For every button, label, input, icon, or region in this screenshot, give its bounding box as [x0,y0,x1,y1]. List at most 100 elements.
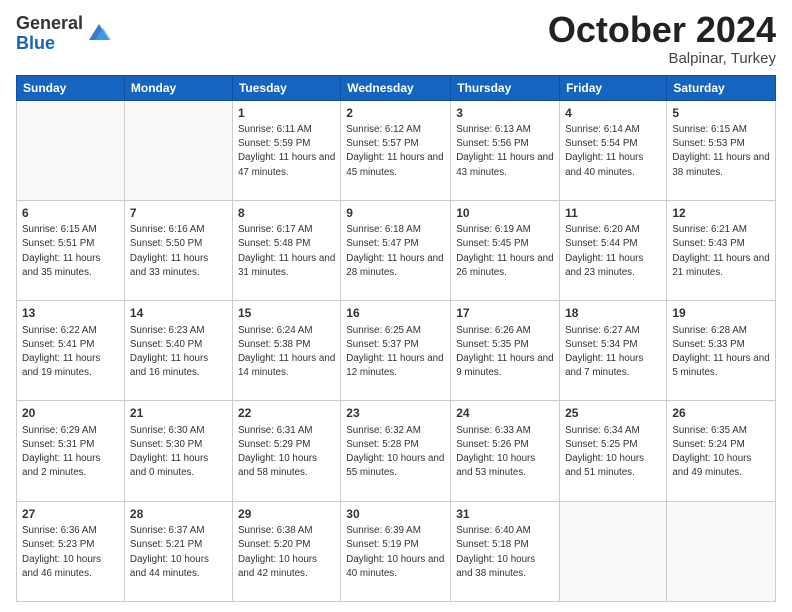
logo-general-text: General [16,14,83,34]
day-info: Sunrise: 6:32 AM Sunset: 5:28 PM Dayligh… [346,424,445,481]
calendar-day-cell: 24 Sunrise: 6:33 AM Sunset: 5:26 PM Dayli… [451,401,560,501]
calendar-day-cell: 7Sunrise: 6:16 AM Sunset: 5:50 PM Daylig… [124,200,232,300]
calendar-day-cell: 15 Sunrise: 6:24 AM Sunset: 5:38 PM Dayli… [232,301,340,401]
day-info: Sunrise: 6:16 AM Sunset: 5:50 PM Dayligh… [130,223,227,280]
day-number: 7 [130,205,227,222]
day-info: Sunrise: 6:36 AM Sunset: 5:23 PM Dayligh… [22,524,119,581]
calendar-table: SundayMondayTuesdayWednesdayThursdayFrid… [16,75,776,602]
day-info: Sunrise: 6:33 AM Sunset: 5:26 PM Dayligh… [456,424,554,481]
day-info: Sunrise: 6:24 AM Sunset: 5:38 PM Dayligh… [238,324,335,381]
day-number: 6 [22,205,119,222]
day-info: Sunrise: 6:40 AM Sunset: 5:18 PM Dayligh… [456,524,554,581]
day-info: Sunrise: 6:11 AM Sunset: 5:59 PM Dayligh… [238,123,335,180]
logo: General Blue [16,14,113,54]
day-number: 18 [565,305,661,322]
day-info: Sunrise: 6:13 AM Sunset: 5:56 PM Dayligh… [456,123,554,180]
calendar-day-cell: 18Sunrise: 6:27 AM Sunset: 5:34 PM Dayli… [560,301,667,401]
day-info: Sunrise: 6:15 AM Sunset: 5:53 PM Dayligh… [672,123,770,180]
day-info: Sunrise: 6:35 AM Sunset: 5:24 PM Dayligh… [672,424,770,481]
day-number: 23 [346,405,445,422]
calendar-week-row: 1Sunrise: 6:11 AM Sunset: 5:59 PM Daylig… [17,100,776,200]
title-month: October 2024 [548,10,776,50]
calendar-week-row: 27Sunrise: 6:36 AM Sunset: 5:23 PM Dayli… [17,501,776,601]
calendar-day-cell: 1Sunrise: 6:11 AM Sunset: 5:59 PM Daylig… [232,100,340,200]
day-number: 17 [456,305,554,322]
header-row: SundayMondayTuesdayWednesdayThursdayFrid… [17,75,776,100]
calendar-day-cell: 28Sunrise: 6:37 AM Sunset: 5:21 PM Dayli… [124,501,232,601]
calendar-day-cell: 29Sunrise: 6:38 AM Sunset: 5:20 PM Dayli… [232,501,340,601]
day-number: 9 [346,205,445,222]
calendar-week-row: 20 Sunrise: 6:29 AM Sunset: 5:31 PM Dayli… [17,401,776,501]
header-day-friday: Friday [560,75,667,100]
calendar-day-cell: 25Sunrise: 6:34 AM Sunset: 5:25 PM Dayli… [560,401,667,501]
calendar-day-cell: 6Sunrise: 6:15 AM Sunset: 5:51 PM Daylig… [17,200,125,300]
calendar-day-cell [667,501,776,601]
header-day-tuesday: Tuesday [232,75,340,100]
day-number: 21 [130,405,227,422]
day-number: 19 [672,305,770,322]
day-number: 16 [346,305,445,322]
day-info: Sunrise: 6:31 AM Sunset: 5:29 PM Dayligh… [238,424,335,481]
calendar-day-cell: 4Sunrise: 6:14 AM Sunset: 5:54 PM Daylig… [560,100,667,200]
calendar-day-cell [124,100,232,200]
day-number: 11 [565,205,661,222]
day-info: Sunrise: 6:14 AM Sunset: 5:54 PM Dayligh… [565,123,661,180]
day-info: Sunrise: 6:15 AM Sunset: 5:51 PM Dayligh… [22,223,119,280]
day-number: 20 [22,405,119,422]
day-number: 28 [130,506,227,523]
day-info: Sunrise: 6:29 AM Sunset: 5:31 PM Dayligh… [22,424,119,481]
calendar-day-cell: 21 Sunrise: 6:30 AM Sunset: 5:30 PM Dayli… [124,401,232,501]
day-number: 5 [672,105,770,122]
header-day-thursday: Thursday [451,75,560,100]
day-info: Sunrise: 6:28 AM Sunset: 5:33 PM Dayligh… [672,324,770,381]
calendar-day-cell: 11Sunrise: 6:20 AM Sunset: 5:44 PM Dayli… [560,200,667,300]
calendar-day-cell: 8Sunrise: 6:17 AM Sunset: 5:48 PM Daylig… [232,200,340,300]
day-number: 15 [238,305,335,322]
day-number: 2 [346,105,445,122]
day-info: Sunrise: 6:30 AM Sunset: 5:30 PM Dayligh… [130,424,227,481]
day-info: Sunrise: 6:23 AM Sunset: 5:40 PM Dayligh… [130,324,227,381]
header-day-wednesday: Wednesday [341,75,451,100]
day-number: 26 [672,405,770,422]
calendar-day-cell: 17Sunrise: 6:26 AM Sunset: 5:35 PM Dayli… [451,301,560,401]
day-info: Sunrise: 6:39 AM Sunset: 5:19 PM Dayligh… [346,524,445,581]
day-number: 3 [456,105,554,122]
day-number: 30 [346,506,445,523]
day-info: Sunrise: 6:22 AM Sunset: 5:41 PM Dayligh… [22,324,119,381]
calendar-day-cell: 16 Sunrise: 6:25 AM Sunset: 5:37 PM Dayli… [341,301,451,401]
day-info: Sunrise: 6:17 AM Sunset: 5:48 PM Dayligh… [238,223,335,280]
day-number: 29 [238,506,335,523]
calendar-day-cell: 10Sunrise: 6:19 AM Sunset: 5:45 PM Dayli… [451,200,560,300]
calendar-day-cell: 27Sunrise: 6:36 AM Sunset: 5:23 PM Dayli… [17,501,125,601]
day-number: 31 [456,506,554,523]
day-number: 14 [130,305,227,322]
title-location: Balpinar, Turkey [548,50,776,67]
day-number: 13 [22,305,119,322]
day-info: Sunrise: 6:19 AM Sunset: 5:45 PM Dayligh… [456,223,554,280]
day-info: Sunrise: 6:38 AM Sunset: 5:20 PM Dayligh… [238,524,335,581]
calendar-day-cell: 12Sunrise: 6:21 AM Sunset: 5:43 PM Dayli… [667,200,776,300]
day-number: 1 [238,105,335,122]
day-info: Sunrise: 6:18 AM Sunset: 5:47 PM Dayligh… [346,223,445,280]
calendar-day-cell: 2Sunrise: 6:12 AM Sunset: 5:57 PM Daylig… [341,100,451,200]
calendar-day-cell: 14 Sunrise: 6:23 AM Sunset: 5:40 PM Dayli… [124,301,232,401]
day-number: 24 [456,405,554,422]
day-number: 4 [565,105,661,122]
header-day-sunday: Sunday [17,75,125,100]
day-number: 10 [456,205,554,222]
calendar-header: SundayMondayTuesdayWednesdayThursdayFrid… [17,75,776,100]
header: General Blue October 2024 Balpinar, Turk… [16,10,776,67]
calendar-body: 1Sunrise: 6:11 AM Sunset: 5:59 PM Daylig… [17,100,776,601]
calendar-day-cell: 9Sunrise: 6:18 AM Sunset: 5:47 PM Daylig… [341,200,451,300]
day-number: 8 [238,205,335,222]
calendar-week-row: 6Sunrise: 6:15 AM Sunset: 5:51 PM Daylig… [17,200,776,300]
calendar-day-cell [560,501,667,601]
calendar-day-cell: 31Sunrise: 6:40 AM Sunset: 5:18 PM Dayli… [451,501,560,601]
calendar-day-cell: 30Sunrise: 6:39 AM Sunset: 5:19 PM Dayli… [341,501,451,601]
day-info: Sunrise: 6:25 AM Sunset: 5:37 PM Dayligh… [346,324,445,381]
day-number: 22 [238,405,335,422]
day-info: Sunrise: 6:20 AM Sunset: 5:44 PM Dayligh… [565,223,661,280]
calendar-day-cell: 3Sunrise: 6:13 AM Sunset: 5:56 PM Daylig… [451,100,560,200]
calendar-day-cell: 13 Sunrise: 6:22 AM Sunset: 5:41 PM Dayli… [17,301,125,401]
day-info: Sunrise: 6:12 AM Sunset: 5:57 PM Dayligh… [346,123,445,180]
